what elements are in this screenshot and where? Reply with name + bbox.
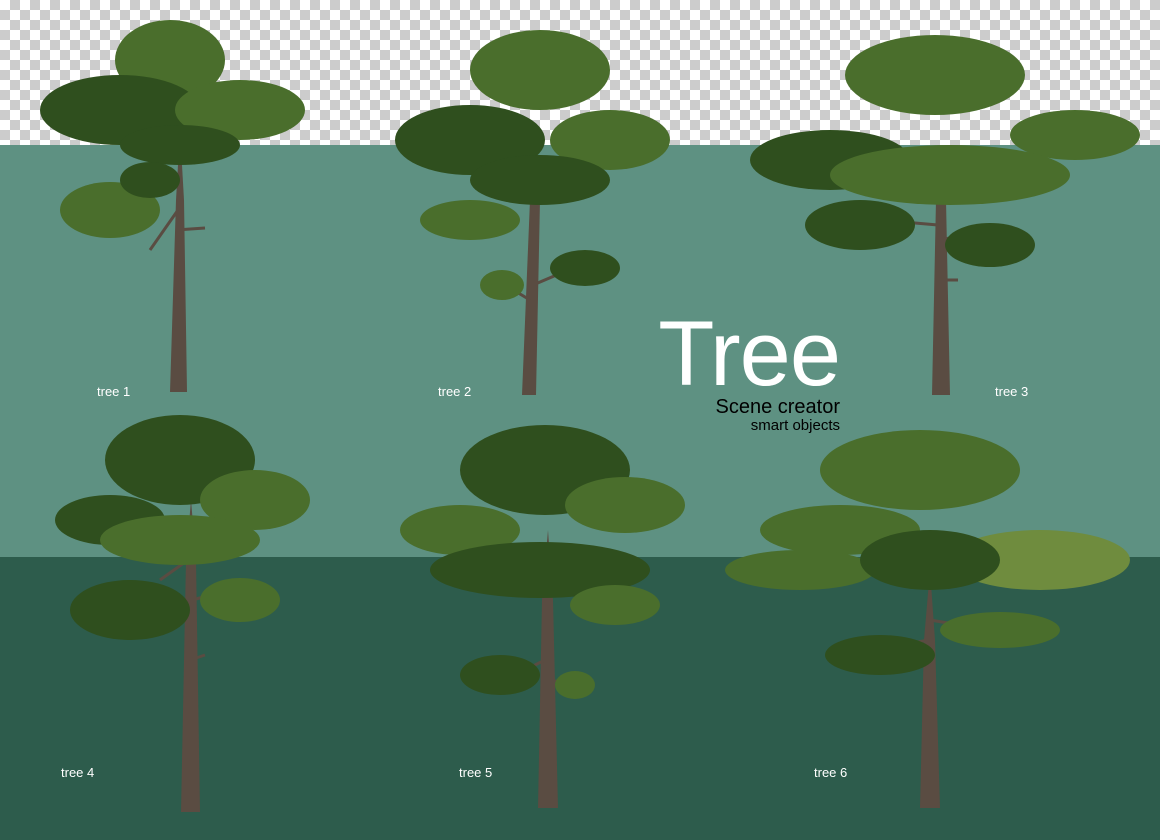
trees-canvas [40, 20, 1140, 812]
tree-1-image [40, 20, 305, 392]
tree-5-label: tree 5 [459, 765, 493, 780]
tree-6-image [725, 430, 1130, 808]
title-tagline: smart objects [750, 417, 840, 434]
title-block: Tree Scene creator smart objects [640, 303, 841, 434]
tree-3-label: tree 3 [995, 384, 1029, 399]
tree-4-label: tree 4 [61, 765, 95, 780]
tree-6-label: tree 6 [814, 765, 848, 780]
tree-2-image [395, 30, 670, 395]
tree-2-label: tree 2 [438, 384, 472, 399]
title-main: Tree [658, 303, 841, 405]
tree-4-image [55, 415, 310, 812]
tree-1-label: tree 1 [97, 384, 131, 399]
tree-5-image [400, 425, 685, 808]
